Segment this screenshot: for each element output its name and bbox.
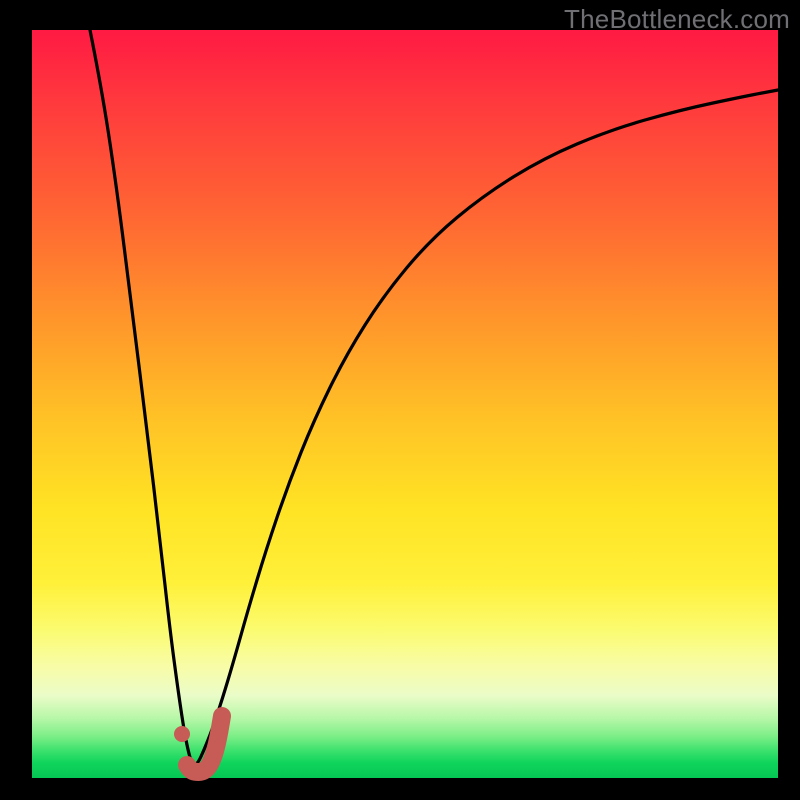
gradient-plot-area <box>32 30 778 778</box>
curve-overlay <box>32 30 778 778</box>
optimum-hook-icon <box>187 716 222 772</box>
optimum-dot-icon <box>174 726 190 742</box>
outer-frame: TheBottleneck.com <box>0 0 800 800</box>
bottleneck-curve <box>90 30 778 764</box>
